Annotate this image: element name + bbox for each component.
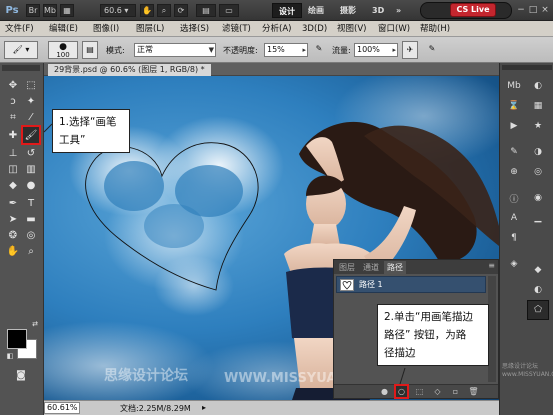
callout-step-2-line-2: 路径” 按钮，为路	[384, 329, 467, 341]
photoshop-window: Ps Br Mb ▦ 60.6 ▾ ✋ ⌕ ⟳ ▤ ▭ 设计 绘画 摄影 3D …	[0, 0, 553, 415]
callout-step-2-line-3: 径描边	[384, 347, 416, 359]
foreground-color-swatch[interactable]	[7, 329, 27, 349]
callout-step-2-line-1: 2.单击“用画笔描边	[384, 311, 473, 323]
callout-step-2: 2.单击“用画笔描边 路径” 按钮，为路 径描边	[377, 304, 489, 366]
